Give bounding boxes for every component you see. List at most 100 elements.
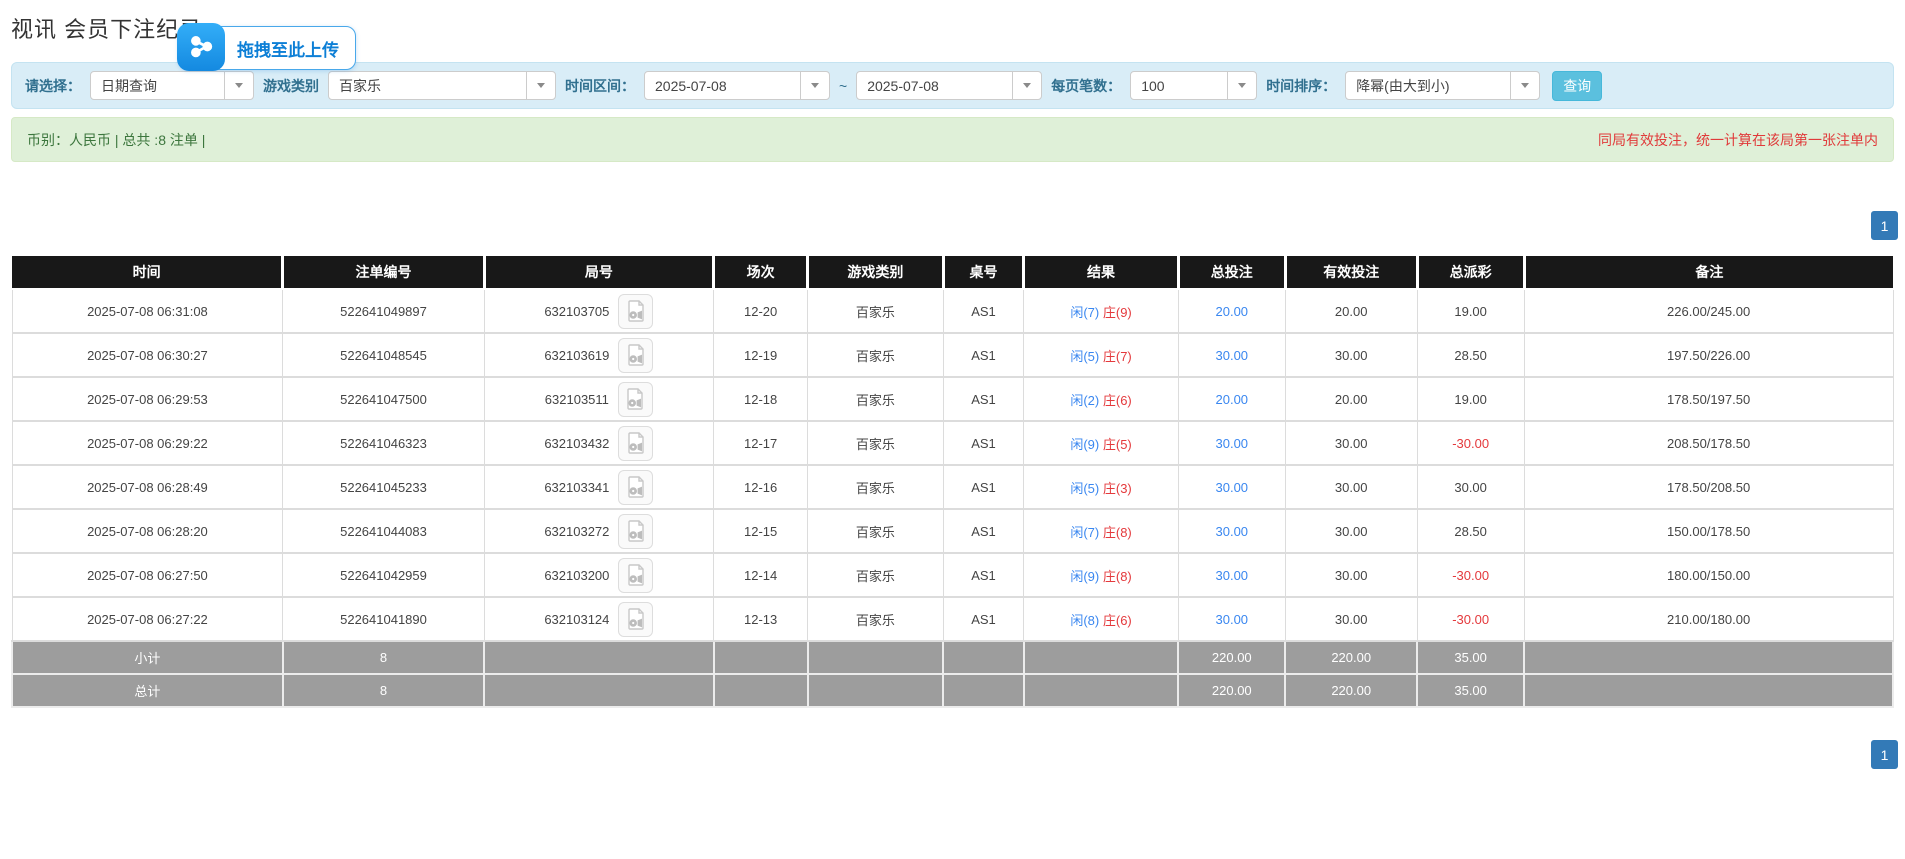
cell-round: 632103511 [484,377,713,421]
table-row: 2025-07-08 06:27:50 522641042959 6321032… [12,553,1893,597]
result-player: 闲(7) [1070,525,1099,540]
total-bet-link[interactable]: 30.00 [1216,348,1249,363]
cell-bet-id: 522641042959 [283,553,484,597]
chevron-down-icon[interactable] [224,72,253,99]
total-bet-link[interactable]: 30.00 [1216,480,1249,495]
round-number: 632103511 [545,392,609,407]
game-category-select[interactable]: 百家乐 [328,71,556,100]
cell-total-bet: 30.00 [1178,597,1285,641]
video-replay-button[interactable] [618,426,653,461]
date-from-select[interactable]: 2025-07-08 [644,71,830,100]
round-number: 632103619 [544,348,609,363]
result-player: 闲(7) [1070,305,1099,320]
cell-bet-id: 522641048545 [283,333,484,377]
cell-session: 12-15 [714,509,808,553]
payout-value: -30.00 [1452,436,1489,451]
video-replay-button[interactable] [618,514,653,549]
chevron-down-icon[interactable] [526,72,555,99]
video-file-icon [626,344,646,366]
subtotal-row: 小计 8 220.00 220.00 35.00 [12,641,1893,674]
result-player: 闲(8) [1070,613,1099,628]
pagination-top: 1 [11,211,1898,240]
cell-bet-id: 522641049897 [283,289,484,333]
total-bet-link[interactable]: 30.00 [1216,436,1249,451]
video-replay-button[interactable] [618,602,653,637]
cell-session: 12-17 [714,421,808,465]
table-row: 2025-07-08 06:31:08 522641049897 6321037… [12,289,1893,333]
cell-session: 12-20 [714,289,808,333]
chevron-down-icon[interactable] [1510,72,1539,99]
pagination-page-button[interactable]: 1 [1871,740,1898,769]
cell-session: 12-18 [714,377,808,421]
cell-remark: 180.00/150.00 [1524,553,1893,597]
cell-time: 2025-07-08 06:29:53 [12,377,283,421]
video-replay-button[interactable] [618,558,653,593]
cell-game: 百家乐 [808,289,943,333]
cell-time: 2025-07-08 06:31:08 [12,289,283,333]
cell-remark: 178.50/197.50 [1524,377,1893,421]
video-file-icon [626,300,646,322]
chevron-down-icon[interactable] [1227,72,1256,99]
cell-valid-bet: 30.00 [1285,465,1417,509]
video-replay-button[interactable] [618,470,653,505]
cell-session: 12-13 [714,597,808,641]
payout-value: -30.00 [1452,568,1489,583]
total-bet-link[interactable]: 30.00 [1216,612,1249,627]
cell-total-bet: 20.00 [1178,289,1285,333]
round-number: 632103432 [544,436,609,451]
cell-result: 闲(5) 庄(3) [1024,465,1178,509]
cell-round: 632103200 [484,553,713,597]
pagination-bottom: 1 [11,740,1898,769]
time-sort-label: 时间排序： [1266,76,1336,96]
pagination-page-button[interactable]: 1 [1871,211,1898,240]
page-size-select[interactable]: 100 [1130,71,1257,100]
cell-valid-bet: 30.00 [1285,421,1417,465]
cell-bet-id: 522641041890 [283,597,484,641]
time-sort-select[interactable]: 降幂(由大到小) [1345,71,1540,100]
chevron-down-icon[interactable] [800,72,829,99]
cell-payout: 28.50 [1417,509,1524,553]
col-header-game: 游戏类别 [808,256,943,289]
page: 视讯 会员下注纪录 拖拽至此上传 请选择： 日期查询 游戏类别 百家乐 [0,0,1905,769]
table-row: 2025-07-08 06:29:22 522641046323 6321034… [12,421,1893,465]
cell-total-bet: 30.00 [1178,333,1285,377]
video-file-icon [625,388,645,410]
cell-time: 2025-07-08 06:29:22 [12,421,283,465]
cell-result: 闲(9) 庄(5) [1024,421,1178,465]
total-bet-link[interactable]: 20.00 [1216,392,1249,407]
cell-game: 百家乐 [808,509,943,553]
cell-bet-id: 522641045233 [283,465,484,509]
cell-payout: -30.00 [1417,553,1524,597]
total-bet-link[interactable]: 20.00 [1216,304,1249,319]
search-button[interactable]: 查询 [1552,71,1602,101]
video-replay-button[interactable] [618,294,653,329]
cell-payout: 19.00 [1417,289,1524,333]
cell-total-bet: 20.00 [1178,377,1285,421]
col-header-total-bet: 总投注 [1178,256,1285,289]
query-type-select[interactable]: 日期查询 [90,71,254,100]
cell-result: 闲(8) 庄(6) [1024,597,1178,641]
upload-overlay-label: 拖拽至此上传 [225,36,355,61]
cell-valid-bet: 30.00 [1285,597,1417,641]
result-banker: 庄(8) [1103,525,1132,540]
video-replay-button[interactable] [618,338,653,373]
chevron-down-icon[interactable] [1012,72,1041,99]
upload-drop-overlay[interactable]: 拖拽至此上传 [178,26,356,70]
cell-remark: 150.00/178.50 [1524,509,1893,553]
cell-time: 2025-07-08 06:27:22 [12,597,283,641]
result-player: 闲(9) [1070,437,1099,452]
date-to-select[interactable]: 2025-07-08 [856,71,1042,100]
round-number: 632103705 [544,304,609,319]
valid-bet-notice-text: 同局有效投注，统一计算在该局第一张注单内 [1598,130,1878,150]
subtotal-payout: 35.00 [1417,641,1524,674]
cell-result: 闲(9) 庄(8) [1024,553,1178,597]
cell-total-bet: 30.00 [1178,465,1285,509]
cell-table-no: AS1 [943,421,1024,465]
cloud-share-icon [177,23,225,71]
total-count: 8 [283,674,484,707]
result-banker: 庄(8) [1103,569,1132,584]
total-bet-link[interactable]: 30.00 [1216,524,1249,539]
result-banker: 庄(3) [1103,481,1132,496]
total-bet-link[interactable]: 30.00 [1216,568,1249,583]
video-replay-button[interactable] [618,382,653,417]
